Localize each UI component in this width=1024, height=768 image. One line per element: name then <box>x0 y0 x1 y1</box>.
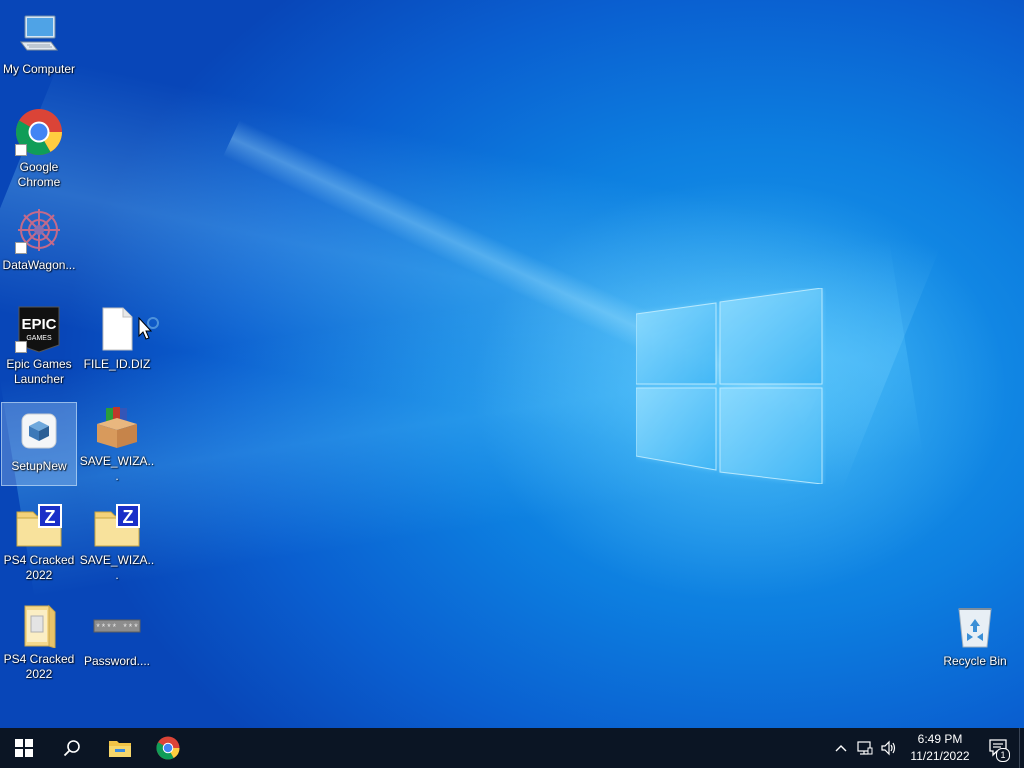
desktop-icon-datawagon[interactable]: DataWagon... <box>1 202 77 286</box>
desktop-icon-label: SetupNew <box>11 459 67 473</box>
datawagon-icon <box>15 206 63 254</box>
desktop-icon-recycle-bin[interactable]: Recycle Bin <box>937 598 1013 682</box>
svg-text:GAMES: GAMES <box>26 335 52 342</box>
desktop-icon-label: Recycle Bin <box>943 654 1007 668</box>
windows-start-icon <box>15 739 33 757</box>
computer-icon <box>15 10 63 58</box>
recycle-bin-icon <box>951 602 999 650</box>
show-desktop-button[interactable] <box>1019 728 1024 768</box>
desktop-icon-save-wizard-archive[interactable]: SAVE_WIZA... <box>79 400 155 484</box>
show-hidden-icons-button[interactable] <box>829 728 853 768</box>
zip-folder-icon: Z <box>93 503 141 549</box>
desktop-icon-label: Google Chrome <box>17 160 61 189</box>
notification-count-badge: 1 <box>996 748 1010 762</box>
chrome-icon <box>15 108 63 156</box>
desktop-icon-label: FILE_ID.DIZ <box>83 357 151 371</box>
chrome-icon <box>156 736 180 760</box>
desktop-icon-my-computer[interactable]: My Computer <box>1 6 77 90</box>
blank-file-icon <box>93 305 141 353</box>
start-button[interactable] <box>0 728 48 768</box>
setup-icon <box>15 407 63 455</box>
desktop-icon-password-file[interactable]: **** *** Password.... <box>79 598 155 682</box>
desktop-icon-ps4-cracked-folder[interactable]: PS4 Cracked 2022 <box>1 598 77 682</box>
shortcut-arrow-icon <box>15 144 27 156</box>
winrar-icon <box>93 404 141 450</box>
desktop-icon-label: SAVE_WIZA... <box>79 454 155 483</box>
desktop-icon-label: PS4 Cracked 2022 <box>3 652 75 681</box>
desktop-icon-google-chrome[interactable]: Google Chrome <box>1 104 77 189</box>
volume-icon <box>881 740 896 756</box>
chrome-taskbar-button[interactable] <box>144 728 192 768</box>
clock-date: 11/21/2022 <box>910 749 970 763</box>
action-center-button[interactable]: 1 <box>979 728 1019 768</box>
clock-time: 6:49 PM <box>917 732 963 746</box>
clock-button[interactable]: 6:49 PM 11/21/2022 <box>901 731 979 765</box>
network-button[interactable] <box>853 728 877 768</box>
volume-button[interactable] <box>877 728 901 768</box>
epic-games-icon: EPIC GAMES <box>15 305 63 353</box>
mouse-cursor-icon <box>138 317 159 340</box>
svg-text:**** ***: **** *** <box>95 623 138 633</box>
taskbar: 6:49 PM 11/21/2022 1 <box>0 728 1024 768</box>
svg-text:EPIC: EPIC <box>21 316 56 333</box>
desktop-icon-label: PS4 Cracked 2022 <box>3 553 75 582</box>
network-icon <box>857 741 873 755</box>
desktop-icon-file-id-diz[interactable]: FILE_ID.DIZ <box>79 301 155 385</box>
shortcut-arrow-icon <box>15 242 27 254</box>
chevron-up-icon <box>835 745 847 752</box>
svg-text:Z: Z <box>45 507 56 527</box>
desktop-icon-setupnew[interactable]: SetupNew <box>1 402 77 486</box>
desktop[interactable]: My Computer Google Chrome DataWagon... E… <box>0 0 1024 728</box>
desktop-icon-label: Password.... <box>83 654 151 668</box>
zip-folder-icon: Z <box>15 503 63 549</box>
shortcut-arrow-icon <box>15 341 27 353</box>
file-explorer-button[interactable] <box>96 728 144 768</box>
desktop-icon-ps4-cracked-zip[interactable]: Z PS4 Cracked 2022 <box>1 499 77 583</box>
desktop-icon-label: Epic Games Launcher <box>6 357 72 386</box>
desktop-icon-label: SAVE_WIZA... <box>79 553 155 582</box>
folder-icon <box>15 602 63 648</box>
system-tray: 6:49 PM 11/21/2022 1 <box>829 728 1024 768</box>
svg-text:Z: Z <box>123 507 134 527</box>
password-file-icon: **** *** <box>93 602 141 650</box>
desktop-icon-label: DataWagon... <box>2 258 76 272</box>
search-icon <box>63 740 80 757</box>
desktop-icon-label: My Computer <box>2 62 76 76</box>
desktop-icon-epic-games-launcher[interactable]: EPIC GAMES Epic Games Launcher <box>1 301 77 386</box>
desktop-icon-save-wizard-zip[interactable]: Z SAVE_WIZA... <box>79 499 155 583</box>
search-button[interactable] <box>48 728 96 768</box>
file-explorer-icon <box>109 741 131 757</box>
windows-wallpaper-logo <box>636 288 823 484</box>
